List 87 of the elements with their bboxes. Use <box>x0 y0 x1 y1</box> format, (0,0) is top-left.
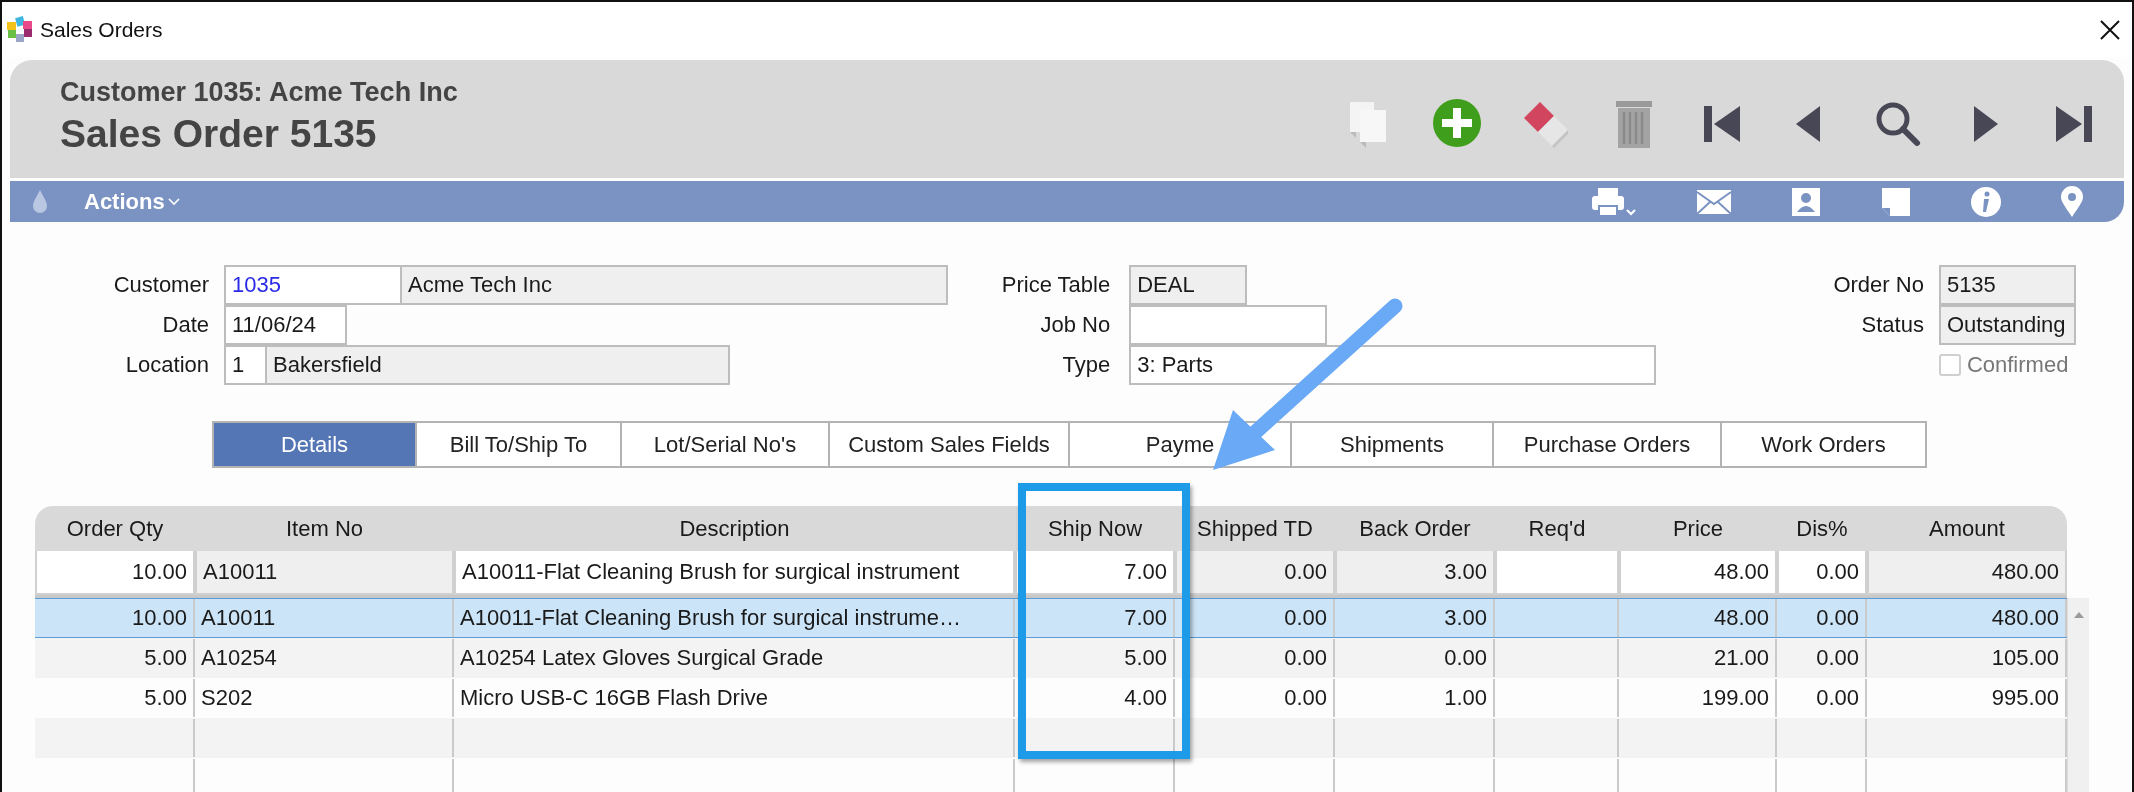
table-cell: 995.00 <box>1991 685 2059 711</box>
add-icon[interactable] <box>1432 98 1482 150</box>
field-label: Status <box>1860 312 1924 338</box>
table-cell: 3.00 <box>1444 605 1487 631</box>
tab[interactable]: Bill To/Ship To <box>415 421 622 468</box>
table-cell: 0.00 <box>1284 605 1327 631</box>
entry-cell[interactable]: 3.00 <box>1335 551 1495 595</box>
column-header: Shipped TD <box>1196 515 1314 542</box>
checkbox-label: Confirmed <box>1966 352 2069 378</box>
input-field[interactable]: DEAL <box>1129 264 1248 305</box>
table-cell: 5.00 <box>144 685 187 711</box>
entry-cell[interactable]: 0.00 <box>1777 551 1867 595</box>
tab[interactable]: Lot/Serial No's <box>620 421 830 468</box>
table-cell: A10011-Flat Cleaning Brush for surgical instrume… <box>460 605 961 631</box>
table-cell: 0.00 <box>1816 685 1859 711</box>
entry-cell[interactable]: 10.00 <box>35 551 195 595</box>
input-field[interactable] <box>1129 304 1328 345</box>
field-label: Customer <box>112 272 209 298</box>
input-field[interactable]: 5135 <box>1938 264 2076 305</box>
column-header: Description <box>678 515 791 542</box>
entry-cell[interactable]: A10011-Flat Cleaning Brush for surgical instrument <box>454 551 1015 595</box>
table-cell: 0.00 <box>1816 605 1859 631</box>
drop-icon <box>32 189 48 214</box>
input-field[interactable]: Acme Tech Inc <box>400 264 948 305</box>
table-cell: 7.00 <box>1124 605 1167 631</box>
app-logo-icon <box>6 14 34 45</box>
table-cell: 0.00 <box>1284 685 1327 711</box>
customer-heading: Customer 1035: Acme Tech Inc <box>60 76 458 108</box>
table-cell: 0.00 <box>1284 645 1327 671</box>
window-title: Sales Orders <box>40 17 164 42</box>
tab[interactable]: Shipments <box>1290 421 1494 468</box>
table-cell: 480.00 <box>1991 605 2059 631</box>
field-label: Order No <box>1832 272 1924 298</box>
table-cell: S202 <box>201 685 253 711</box>
info-icon[interactable] <box>1970 185 2002 218</box>
input-field[interactable]: 3: Parts <box>1129 344 1657 385</box>
field-label: Date <box>161 312 209 338</box>
printer-icon[interactable] <box>1590 185 1638 218</box>
table-cell: 48.00 <box>1713 605 1769 631</box>
entry-cell[interactable] <box>1495 551 1619 595</box>
table-cell: A10254 <box>201 645 277 671</box>
table-cell: 0.00 <box>1444 645 1487 671</box>
column-header: Item No <box>285 515 364 542</box>
table-cell: 0.00 <box>1816 645 1859 671</box>
field-label: Price Table <box>1000 272 1111 298</box>
column-header: Price <box>1671 515 1725 542</box>
entry-cell[interactable]: 0.00 <box>1175 551 1335 595</box>
table-cell: 199.00 <box>1701 685 1769 711</box>
field-label: Location <box>124 352 209 378</box>
order-title: Sales Order 5135 <box>60 111 377 156</box>
scroll-up-icon[interactable] <box>2072 610 2085 620</box>
input-field[interactable]: 1 <box>224 344 267 385</box>
entry-cell[interactable]: 7.00 <box>1015 551 1175 595</box>
table-cell: 4.00 <box>1124 685 1167 711</box>
table-cell: 105.00 <box>1991 645 2059 671</box>
field-label: Type <box>1061 352 1111 378</box>
table-cell: Micro USB-C 16GB Flash Drive <box>460 685 769 711</box>
column-header: Order Qty <box>65 515 165 542</box>
column-header: Amount <box>1928 515 2006 542</box>
table-cell: A10011 <box>201 605 276 631</box>
input-field[interactable]: Bakersfield <box>265 344 730 385</box>
caret-icon <box>167 196 180 207</box>
table-cell: 21.00 <box>1713 645 1769 671</box>
contact-icon[interactable] <box>1790 185 1822 218</box>
table-cell: 5.00 <box>144 645 187 671</box>
tab[interactable]: Work Orders <box>1720 421 1927 468</box>
field-label: Job No <box>1039 312 1111 338</box>
tab[interactable]: Details <box>212 421 417 468</box>
column-header: Back Order <box>1358 515 1472 542</box>
table-cell: 10.00 <box>131 605 187 631</box>
entry-cell[interactable]: 480.00 <box>1867 551 2067 595</box>
note-icon[interactable] <box>1880 185 1912 218</box>
tab[interactable]: Custom Sales Fields <box>828 421 1070 468</box>
table-cell: 1.00 <box>1444 685 1487 711</box>
input-field[interactable]: 11/06/24 <box>224 304 347 345</box>
customer-link-field[interactable]: 1035 <box>224 264 402 305</box>
tab[interactable]: Purchase Orders <box>1492 421 1722 468</box>
location-pin-icon[interactable] <box>2060 185 2084 218</box>
entry-cell[interactable]: A10011 <box>195 551 454 595</box>
close-icon[interactable] <box>2098 17 2122 42</box>
input-field[interactable]: Outstanding <box>1938 304 2076 345</box>
column-header: Dis% <box>1795 515 1849 542</box>
column-header: Ship Now <box>1046 515 1144 542</box>
table-cell: A10254 Latex Gloves Surgical Grade <box>460 645 824 671</box>
table-cell: 5.00 <box>1124 645 1167 671</box>
column-header: Req'd <box>1527 515 1587 542</box>
entry-cell[interactable]: 48.00 <box>1619 551 1777 595</box>
